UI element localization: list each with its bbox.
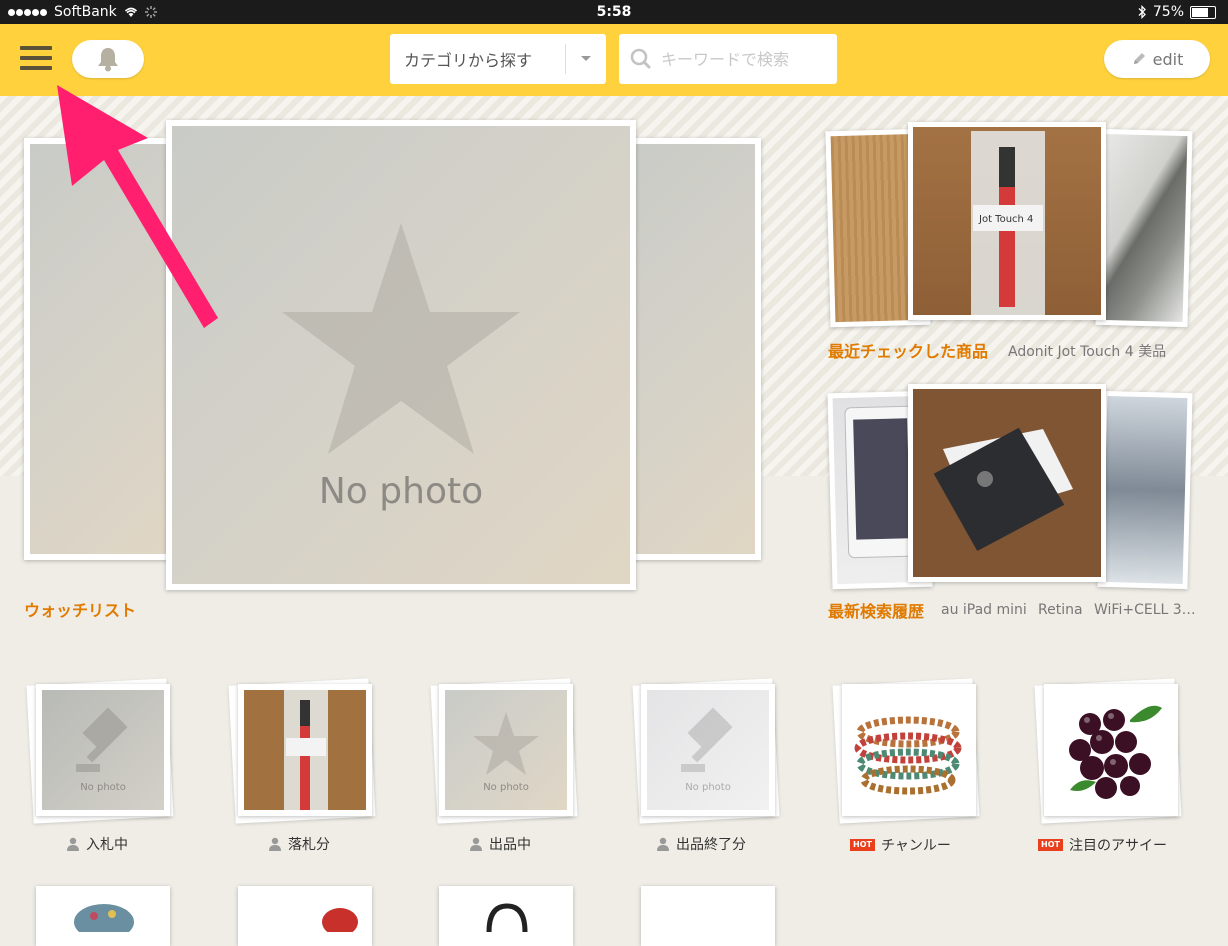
tile-won[interactable]	[238, 684, 372, 816]
tile-listing-label[interactable]: 出品中	[469, 834, 531, 854]
bracelet-image	[854, 716, 962, 795]
search-icon	[630, 48, 651, 69]
no-photo-text: No photo	[483, 782, 529, 793]
pen-product-thumb	[284, 690, 328, 810]
bluetooth-icon	[1138, 5, 1146, 19]
tile-chan-luu[interactable]	[842, 684, 976, 816]
search-box[interactable]	[619, 34, 837, 84]
no-photo-text: No photo	[685, 782, 731, 793]
tile-acai-label[interactable]: HOT 注目のアサイー	[1038, 835, 1167, 855]
hot-badge: HOT	[1038, 839, 1063, 851]
battery-percent: 75%	[1152, 4, 1184, 20]
recent-search-term-2[interactable]: Retina	[1038, 602, 1083, 618]
recent-search-label[interactable]: 最新検索履歴	[828, 598, 924, 622]
tile-won-label[interactable]: 落札分	[268, 834, 330, 854]
apple-logo-icon	[977, 471, 993, 487]
tile-ended-label[interactable]: 出品終了分	[656, 834, 746, 854]
tile-row2-3[interactable]	[439, 886, 573, 946]
person-icon	[657, 837, 669, 851]
watchlist-label[interactable]: ウォッチリスト	[24, 597, 136, 621]
battery-icon	[1190, 5, 1216, 19]
person-icon	[67, 837, 79, 851]
category-select[interactable]: カテゴリから探す	[390, 34, 606, 84]
svg-text:Jot Touch 4: Jot Touch 4	[978, 214, 1033, 225]
pen-product-image: Jot Touch 4	[971, 131, 1045, 315]
star-icon	[282, 223, 520, 454]
recent-search-card-right[interactable]	[1097, 390, 1193, 590]
recent-checked-card-right[interactable]	[1095, 128, 1193, 328]
tile-acai[interactable]	[1044, 684, 1178, 816]
person-icon	[470, 837, 482, 851]
recent-search-card-main[interactable]	[908, 384, 1106, 582]
tile-listing[interactable]: No photo	[439, 684, 573, 816]
category-select-label: カテゴリから探す	[404, 51, 533, 70]
product-thumb	[486, 903, 528, 933]
search-input[interactable]	[659, 48, 823, 70]
status-bar: SoftBank 5:58 75%	[0, 0, 1228, 24]
edit-button-label: edit	[1152, 49, 1184, 69]
recent-checked-item[interactable]: Adonit Jot Touch 4 美品	[1008, 341, 1166, 361]
tile-chan-luu-label[interactable]: HOT チャンルー	[850, 835, 951, 855]
recent-search-term-3[interactable]: WiFi+CELL 3…	[1094, 602, 1200, 618]
pencil-icon	[1133, 53, 1145, 64]
bell-icon	[98, 48, 118, 72]
chevron-down-icon	[566, 55, 606, 63]
recent-search-term-1[interactable]: au iPad mini	[941, 602, 1027, 618]
watchlist-card-back-right[interactable]	[615, 138, 761, 560]
recent-checked-card-main[interactable]: Jot Touch 4	[908, 122, 1106, 320]
edit-button[interactable]: edit	[1104, 40, 1210, 78]
tile-bidding-label[interactable]: 入札中	[66, 834, 128, 854]
ipad-mini-product-image	[933, 427, 1073, 551]
person-icon	[269, 837, 281, 851]
menu-icon[interactable]	[20, 46, 52, 74]
tile-ended[interactable]: No photo	[641, 684, 775, 816]
watchlist-card-main[interactable]: No photo	[166, 120, 636, 590]
no-photo-text: No photo	[318, 471, 484, 512]
watchlist-card-back-left[interactable]	[24, 138, 186, 560]
acai-berries-image	[1069, 705, 1162, 799]
tile-bidding[interactable]: No photo	[36, 684, 170, 816]
product-thumb	[74, 904, 134, 940]
clock: 5:58	[596, 4, 632, 20]
hot-badge: HOT	[850, 839, 875, 851]
tile-row2-1[interactable]	[36, 886, 170, 946]
product-thumb	[322, 908, 358, 936]
recent-checked-label[interactable]: 最近チェックした商品	[828, 338, 988, 362]
tile-row2-4[interactable]	[641, 886, 775, 946]
top-toolbar: カテゴリから探す edit	[0, 24, 1228, 96]
tile-row2-2[interactable]	[238, 886, 372, 946]
no-photo-text: No photo	[80, 782, 126, 793]
notification-button[interactable]	[72, 40, 144, 78]
